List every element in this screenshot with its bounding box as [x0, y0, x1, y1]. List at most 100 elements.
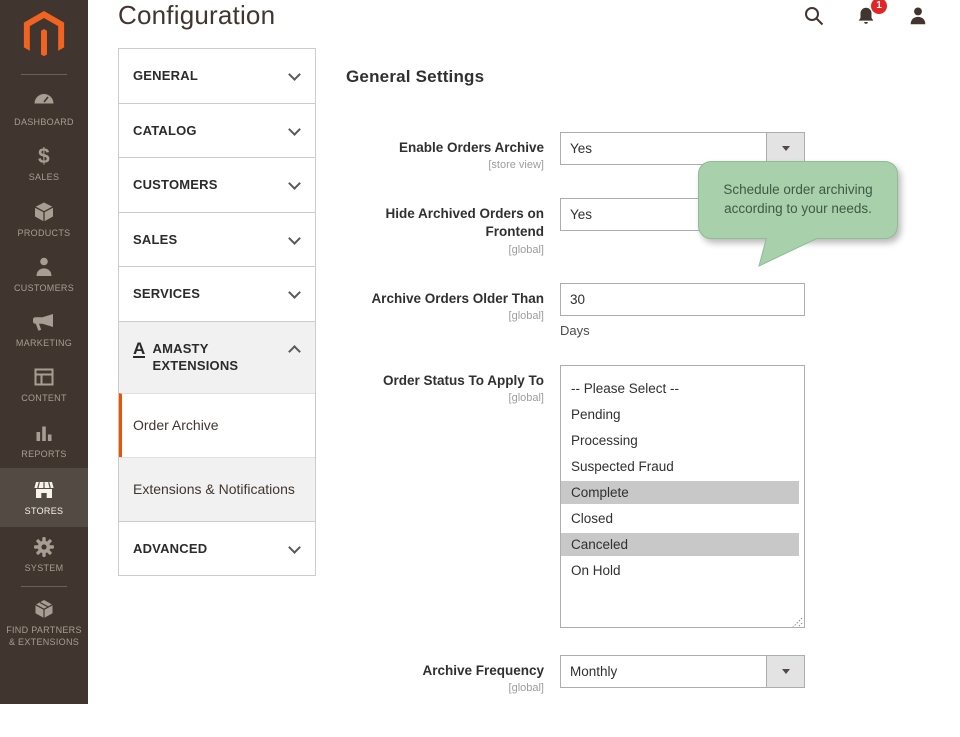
config-section-catalog[interactable]: CATALOG — [119, 103, 315, 158]
search-button[interactable] — [802, 4, 826, 28]
box-icon — [31, 200, 57, 224]
select-dropdown-button[interactable] — [766, 656, 804, 687]
config-section-advanced[interactable]: ADVANCED — [119, 521, 315, 576]
chevron-down-icon — [288, 68, 301, 81]
select-value: Yes — [570, 141, 592, 156]
section-label: CATALOG — [133, 122, 197, 140]
sidebar-item-label: MARKETING — [2, 338, 86, 349]
magento-admin-app: DASHBOARD $ SALES PRODUCTS CUSTOMERS MAR… — [0, 0, 960, 704]
option-suspected-fraud[interactable]: Suspected Fraud — [561, 455, 799, 478]
field-scope: [global] — [346, 682, 544, 694]
archive-frequency-select[interactable]: Monthly — [560, 655, 805, 688]
config-section-customers[interactable]: CUSTOMERS — [119, 157, 315, 212]
settings-panel: General Settings Enable Orders Archive [… — [346, 31, 930, 737]
megaphone-icon — [31, 310, 57, 334]
page-header: Configuration 1 — [88, 0, 960, 31]
sidebar-item-label: PRODUCTS — [2, 228, 86, 239]
config-section-sales[interactable]: SALES — [119, 212, 315, 267]
field-label: Archive Frequency — [346, 662, 544, 680]
sidebar-item-system[interactable]: SYSTEM — [0, 527, 88, 582]
select-value: Yes — [570, 207, 592, 222]
sidebar-item-label: CUSTOMERS — [2, 283, 86, 294]
config-subitem-order-archive[interactable]: Order Archive — [119, 393, 315, 457]
select-dropdown-button[interactable] — [766, 133, 804, 164]
config-subitem-extensions-notifications[interactable]: Extensions & Notifications — [119, 457, 315, 521]
settings-section-title: General Settings — [346, 67, 930, 87]
config-section-amasty-extensions[interactable]: A AMASTY EXTENSIONS — [119, 321, 315, 393]
field-label-wrap: Order Status To Apply To [global] — [346, 365, 544, 628]
page-title: Configuration — [118, 0, 802, 31]
config-section-general[interactable]: GENERAL — [119, 49, 315, 103]
content-area: GENERAL CATALOG CUSTOMERS SALES SERVICES — [88, 31, 960, 737]
magento-logo[interactable] — [21, 0, 67, 72]
option-please-select[interactable]: -- Please Select -- — [561, 377, 799, 400]
field-control: Days — [560, 283, 805, 338]
section-label: SALES — [133, 231, 177, 249]
chevron-up-icon — [288, 345, 301, 358]
search-icon — [803, 5, 825, 27]
sidebar-item-label: DASHBOARD — [2, 117, 86, 128]
gear-icon — [31, 535, 57, 559]
field-scope: [global] — [346, 392, 544, 404]
sidebar-item-products[interactable]: PRODUCTS — [0, 192, 88, 247]
package-icon — [31, 597, 57, 621]
field-control: -- Please Select -- Pending Processing S… — [560, 365, 805, 628]
sidebar-item-dashboard[interactable]: DASHBOARD — [0, 81, 88, 136]
storefront-icon — [31, 478, 57, 502]
resize-grip-icon — [792, 617, 803, 628]
config-section-nav: GENERAL CATALOG CUSTOMERS SALES SERVICES — [118, 48, 316, 576]
field-note-days: Days — [560, 323, 805, 338]
user-icon — [907, 5, 929, 27]
caret-down-icon — [782, 669, 790, 674]
sidebar-item-content[interactable]: CONTENT — [0, 357, 88, 412]
field-label: Order Status To Apply To — [346, 372, 544, 390]
field-label: Archive Orders Older Than — [346, 290, 544, 308]
gauge-icon — [31, 89, 57, 113]
notifications-badge: 1 — [871, 0, 887, 14]
sidebar-item-label: SALES — [2, 172, 86, 183]
sidebar-item-stores[interactable]: STORES — [0, 468, 88, 527]
sidebar-item-reports[interactable]: REPORTS — [0, 413, 88, 468]
field-label-wrap: Hide Archived Orders on Frontend [global… — [346, 198, 544, 255]
sidebar-divider — [21, 74, 67, 75]
sidebar-item-find-partners[interactable]: FIND PARTNERS & EXTENSIONS — [0, 589, 88, 656]
option-processing[interactable]: Processing — [561, 429, 799, 452]
tooltip-callout: Schedule order archiving according to yo… — [698, 161, 898, 239]
sidebar-item-label: STORES — [2, 506, 86, 517]
notifications-button[interactable]: 1 — [854, 4, 878, 28]
page-area: Configuration 1 GENERAL — [88, 0, 960, 704]
option-on-hold[interactable]: On Hold — [561, 559, 799, 582]
amasty-logo-icon: A — [133, 340, 145, 358]
person-icon — [31, 255, 57, 279]
sidebar-item-sales[interactable]: $ SALES — [0, 136, 88, 191]
sidebar-item-marketing[interactable]: MARKETING — [0, 302, 88, 357]
admin-sidebar: DASHBOARD $ SALES PRODUCTS CUSTOMERS MAR… — [0, 0, 88, 704]
subitem-label: Extensions & Notifications — [133, 481, 295, 497]
option-closed[interactable]: Closed — [561, 507, 799, 530]
caret-down-icon — [782, 146, 790, 151]
resize-handle[interactable] — [792, 615, 803, 626]
config-section-services[interactable]: SERVICES — [119, 266, 315, 321]
section-label: CUSTOMERS — [133, 176, 218, 194]
archive-orders-older-than-input[interactable] — [560, 283, 805, 316]
sidebar-item-customers[interactable]: CUSTOMERS — [0, 247, 88, 302]
field-label-wrap: Enable Orders Archive [store view] — [346, 132, 544, 171]
chevron-down-icon — [288, 541, 301, 554]
option-complete[interactable]: Complete — [561, 481, 799, 504]
option-pending[interactable]: Pending — [561, 403, 799, 426]
sidebar-item-label: REPORTS — [2, 449, 86, 460]
section-label-text: AMASTY EXTENSIONS — [152, 340, 290, 375]
select-value: Monthly — [570, 664, 617, 679]
field-row-archive-orders-older-than: Archive Orders Older Than [global] Days — [346, 283, 930, 338]
bar-chart-icon — [31, 421, 57, 445]
order-status-multiselect[interactable]: -- Please Select -- Pending Processing S… — [560, 365, 805, 628]
field-label-wrap: Archive Orders Older Than [global] — [346, 283, 544, 338]
svg-text:$: $ — [38, 145, 50, 168]
section-label: A AMASTY EXTENSIONS — [133, 340, 290, 375]
sidebar-divider — [21, 586, 67, 587]
account-button[interactable] — [906, 4, 930, 28]
tooltip-tail — [737, 236, 827, 268]
option-canceled[interactable]: Canceled — [561, 533, 799, 556]
magento-logo-icon — [21, 10, 67, 60]
dollar-icon: $ — [31, 144, 57, 168]
